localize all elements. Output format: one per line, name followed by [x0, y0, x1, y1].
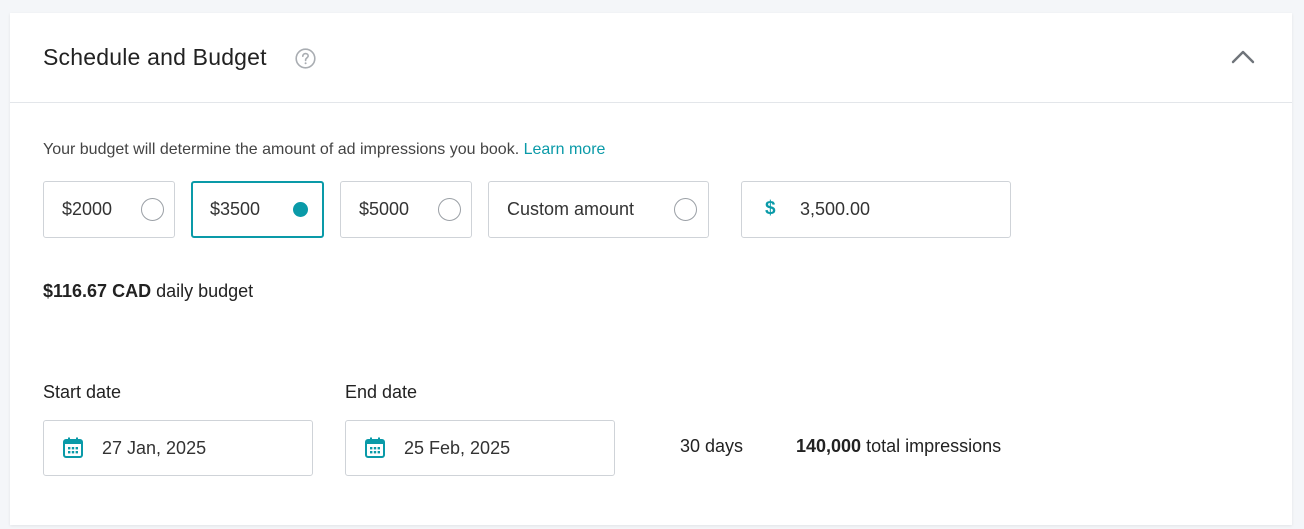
- budget-intro: Your budget will determine the amount of…: [43, 141, 605, 159]
- currency-symbol: $: [765, 198, 776, 219]
- campaign-duration: 30 days: [680, 436, 744, 456]
- end-date-value: 25 Feb, 2025: [404, 438, 511, 458]
- total-impressions: 140,000 total impressions: [796, 436, 1001, 457]
- section-title: Schedule and Budget: [43, 44, 267, 70]
- question-circle-icon[interactable]: [295, 48, 316, 69]
- card-header[interactable]: Schedule and Budget: [10, 13, 1292, 103]
- budget-option-3500[interactable]: $3500: [191, 181, 324, 238]
- budget-option-label: $2000: [62, 199, 113, 219]
- daily-budget-summary: $116.67 CAD daily budget: [43, 281, 253, 302]
- calendar-icon: [63, 437, 83, 458]
- budget-amount-input[interactable]: $ 3,500.00: [741, 181, 1011, 238]
- start-date-input[interactable]: 27 Jan, 2025: [43, 420, 313, 476]
- radio-button-selected[interactable]: [289, 198, 312, 221]
- budget-option-label: Custom amount: [507, 199, 635, 219]
- end-date-label: End date: [345, 382, 418, 402]
- schedule-budget-card: Schedule and Budget Your budget will det…: [10, 13, 1292, 525]
- chevron-up-icon[interactable]: [1230, 47, 1256, 65]
- daily-budget-amount: $116.67 CAD: [43, 281, 152, 301]
- budget-option-custom[interactable]: Custom amount: [488, 181, 709, 238]
- budget-amount-value[interactable]: 3,500.00: [800, 199, 870, 220]
- end-date-input[interactable]: 25 Feb, 2025: [345, 420, 615, 476]
- budget-option-label: $3500: [210, 199, 261, 219]
- learn-more-link[interactable]: Learn more: [524, 141, 606, 158]
- radio-button[interactable]: [674, 198, 697, 221]
- budget-intro-text: Your budget will determine the amount of…: [43, 141, 520, 158]
- calendar-icon: [365, 437, 385, 458]
- start-date-label: Start date: [43, 382, 122, 402]
- start-date-value: 27 Jan, 2025: [102, 438, 207, 458]
- daily-budget-suffix: daily budget: [156, 281, 254, 301]
- impressions-count: 140,000: [796, 436, 862, 456]
- budget-option-label: $5000: [359, 199, 410, 219]
- budget-option-2000[interactable]: $2000: [43, 181, 175, 238]
- radio-button[interactable]: [438, 198, 461, 221]
- impressions-suffix: total impressions: [866, 436, 1002, 456]
- budget-option-5000[interactable]: $5000: [340, 181, 472, 238]
- radio-button[interactable]: [141, 198, 164, 221]
